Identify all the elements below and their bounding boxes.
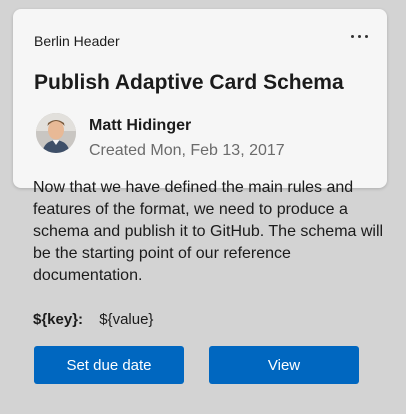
- fact-key: ${key}:: [33, 311, 84, 328]
- avatar-photo-icon: [36, 113, 76, 153]
- more-options-button[interactable]: [345, 27, 373, 45]
- fact-row: ${key}: ${value}: [33, 311, 153, 328]
- fact-value: ${value}: [99, 311, 154, 328]
- card-body-text: Now that we have defined the main rules …: [33, 179, 384, 284]
- card-title: Publish Adaptive Card Schema: [34, 71, 344, 94]
- header-label: Berlin Header: [34, 33, 120, 49]
- ellipsis-dot: [357, 34, 361, 38]
- created-date: Created Mon, Feb 13, 2017: [89, 142, 285, 159]
- ellipsis-icon: [350, 34, 354, 38]
- view-button[interactable]: View: [209, 346, 359, 384]
- avatar: [36, 113, 76, 153]
- ellipsis-dot: [364, 34, 368, 38]
- set-due-date-button[interactable]: Set due date: [34, 346, 184, 384]
- author-name: Matt Hidinger: [89, 117, 192, 134]
- header-card: Berlin Header Publish Adaptive Card Sche…: [13, 9, 387, 188]
